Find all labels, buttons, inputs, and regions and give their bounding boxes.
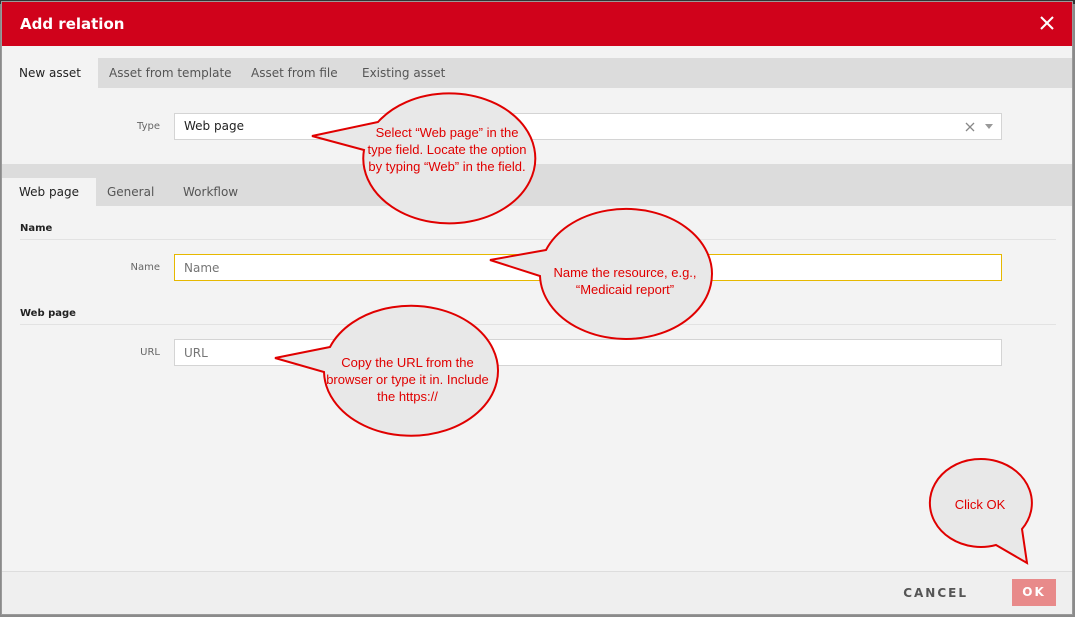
type-select[interactable]: Web page bbox=[174, 113, 1002, 140]
clear-icon[interactable] bbox=[965, 122, 975, 132]
dialog-title-bar: Add relation bbox=[2, 2, 1072, 46]
tab-web-page[interactable]: Web page bbox=[2, 178, 96, 206]
name-field-label: Name bbox=[130, 262, 160, 273]
cancel-button[interactable]: CANCEL bbox=[903, 586, 968, 600]
asset-source-tabs: New asset Asset from template Asset from… bbox=[2, 58, 1072, 88]
callout-text-url: Copy the URL from the browser or type it… bbox=[326, 355, 489, 404]
name-section-heading: Name bbox=[20, 223, 53, 234]
tab-general[interactable]: General bbox=[90, 178, 171, 206]
url-input[interactable] bbox=[174, 339, 1002, 366]
tab-existing-asset[interactable]: Existing asset bbox=[345, 58, 462, 88]
dialog-footer: CANCEL OK bbox=[2, 571, 1072, 614]
add-relation-dialog: Add relation New asset Asset from templa… bbox=[1, 1, 1073, 615]
tab-new-asset[interactable]: New asset bbox=[2, 58, 98, 88]
name-section-divider bbox=[20, 239, 1056, 240]
callout-text-ok: Click OK bbox=[954, 497, 1006, 512]
type-label: Type bbox=[137, 121, 160, 132]
webpage-section-divider bbox=[20, 324, 1056, 325]
detail-tabs: Web page General Workflow bbox=[2, 164, 1072, 206]
webpage-section-heading: Web page bbox=[20, 308, 76, 319]
tab-workflow[interactable]: Workflow bbox=[166, 178, 255, 206]
dialog-title: Add relation bbox=[20, 15, 125, 33]
ok-button[interactable]: OK bbox=[1012, 579, 1056, 606]
chevron-down-icon[interactable] bbox=[985, 124, 993, 130]
callout-text-name: Name the resource, e.g., “Medicaid repor… bbox=[553, 265, 697, 297]
url-field-label: URL bbox=[140, 347, 160, 358]
type-value: Web page bbox=[184, 119, 244, 133]
callout-text-type: Select “Web page” in the type field. Loc… bbox=[367, 125, 527, 174]
tab-asset-from-template[interactable]: Asset from template bbox=[92, 58, 249, 88]
tab-asset-from-file[interactable]: Asset from file bbox=[234, 58, 355, 88]
close-icon[interactable] bbox=[1036, 12, 1058, 34]
